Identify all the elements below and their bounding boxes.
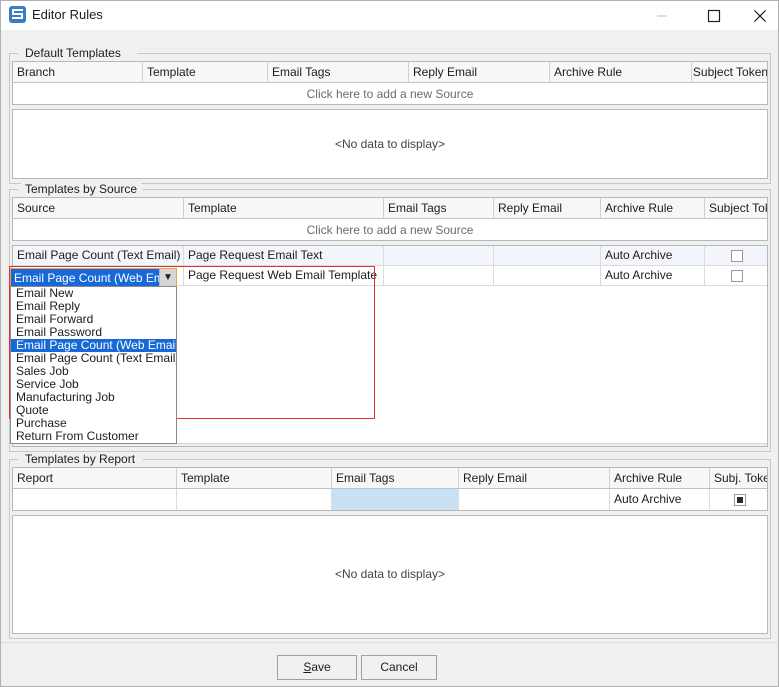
default-templates-group-label: Default Templates — [21, 46, 125, 60]
templates-by-report-header-grid[interactable]: Report Template Email Tags Reply Email A… — [12, 467, 768, 511]
templates-by-source-group-label: Templates by Source — [21, 182, 141, 196]
default-templates-body: <No data to display> — [12, 109, 768, 179]
column-header-email-tags[interactable]: Email Tags — [384, 198, 494, 218]
column-header-report[interactable]: Report — [13, 468, 177, 488]
minimize-button[interactable] — [639, 1, 685, 30]
default-templates-empty-message: <No data to display> — [13, 137, 767, 151]
editor-rules-icon — [9, 6, 26, 23]
cell-archive-rule[interactable]: Auto Archive — [601, 266, 705, 285]
editor-rules-window: Editor Rules Default Templates — [0, 0, 779, 687]
column-header-reply-email[interactable]: Reply Email — [409, 62, 550, 82]
table-row[interactable]: Auto Archive — [13, 489, 767, 511]
column-header-reply-email[interactable]: Reply Email — [459, 468, 610, 488]
table-row[interactable]: Email Page Count (Text Email) Page Reque… — [13, 246, 767, 266]
column-header-branch[interactable]: Branch — [13, 62, 143, 82]
subj-token-checkbox[interactable] — [734, 494, 746, 506]
column-header-subj-token[interactable]: Subj. Token — [710, 468, 768, 488]
column-header-archive-rule[interactable]: Archive Rule — [550, 62, 692, 82]
cell-reply-email[interactable] — [494, 266, 601, 285]
cell-subject-token[interactable] — [705, 266, 768, 285]
save-button[interactable]: Save — [277, 655, 357, 680]
window-title: Editor Rules — [32, 7, 103, 22]
default-templates-header-row: Branch Template Email Tags Reply Email A… — [13, 62, 767, 83]
default-templates-grid[interactable]: Branch Template Email Tags Reply Email A… — [12, 61, 768, 105]
dropdown-option[interactable]: Return From Customer — [11, 430, 176, 443]
maximize-icon — [707, 9, 721, 23]
column-header-template[interactable]: Template — [177, 468, 332, 488]
close-button[interactable] — [737, 1, 779, 30]
column-header-email-tags[interactable]: Email Tags — [332, 468, 459, 488]
column-header-subject-token[interactable]: Subject Token — [705, 198, 768, 218]
cancel-button[interactable]: Cancel — [361, 655, 437, 680]
templates-by-report-group: Templates by Report Report Template Emai… — [9, 452, 771, 639]
column-header-email-tags[interactable]: Email Tags — [268, 62, 409, 82]
templates-by-source-header-row: Source Template Email Tags Reply Email A… — [13, 198, 767, 219]
save-label-rest: ave — [311, 660, 330, 674]
templates-by-source-add-row[interactable]: Click here to add a new Source — [13, 219, 767, 241]
cell-template[interactable]: Page Request Email Text — [184, 246, 384, 265]
source-combobox-dropdown[interactable]: Email New Email Reply Email Forward Emai… — [10, 286, 177, 444]
title-bar: Editor Rules — [1, 1, 778, 30]
subject-token-checkbox[interactable] — [731, 270, 743, 282]
column-header-reply-email[interactable]: Reply Email — [494, 198, 601, 218]
cell-template[interactable]: Page Request Web Email Template — [184, 266, 384, 285]
templates-by-report-empty-message: <No data to display> — [13, 567, 767, 581]
cell-email-tags[interactable] — [384, 246, 494, 265]
default-templates-add-row[interactable]: Click here to add a new Source — [13, 83, 767, 105]
maximize-button[interactable] — [691, 1, 737, 30]
subject-token-checkbox[interactable] — [731, 250, 743, 262]
column-header-archive-rule[interactable]: Archive Rule — [610, 468, 710, 488]
column-header-archive-rule[interactable]: Archive Rule — [601, 198, 705, 218]
cell-source[interactable]: Email Page Count (Text Email) — [13, 246, 184, 265]
default-templates-group: Default Templates Branch Template Email … — [9, 46, 771, 184]
chevron-down-icon[interactable]: ▼ — [159, 269, 176, 286]
templates-by-report-body: <No data to display> — [12, 515, 768, 634]
source-combobox[interactable]: Email Page Count (Web Email) ▼ — [10, 268, 177, 287]
cell-subject-token[interactable] — [705, 246, 768, 265]
templates-by-source-header-grid[interactable]: Source Template Email Tags Reply Email A… — [12, 197, 768, 241]
column-header-template[interactable]: Template — [184, 198, 384, 218]
cell-email-tags[interactable] — [384, 266, 494, 285]
cell-report[interactable] — [13, 489, 177, 510]
cell-archive-rule[interactable]: Auto Archive — [610, 489, 710, 510]
cell-template[interactable] — [177, 489, 332, 510]
templates-by-report-header-row: Report Template Email Tags Reply Email A… — [13, 468, 767, 489]
cell-archive-rule[interactable]: Auto Archive — [601, 246, 705, 265]
column-header-subject-token[interactable]: Subject Token — [692, 62, 768, 82]
cell-reply-email[interactable] — [494, 246, 601, 265]
cell-email-tags[interactable] — [332, 489, 459, 510]
column-header-source[interactable]: Source — [13, 198, 184, 218]
cell-reply-email[interactable] — [459, 489, 610, 510]
templates-by-report-group-label: Templates by Report — [21, 452, 139, 466]
dialog-footer: Save Cancel — [1, 642, 778, 686]
column-header-template[interactable]: Template — [143, 62, 268, 82]
minimize-icon — [656, 10, 668, 22]
close-icon — [753, 9, 767, 23]
cell-subj-token[interactable] — [710, 489, 768, 510]
source-combobox-value[interactable]: Email Page Count (Web Email) — [11, 269, 159, 286]
client-area: Default Templates Branch Template Email … — [1, 30, 778, 686]
